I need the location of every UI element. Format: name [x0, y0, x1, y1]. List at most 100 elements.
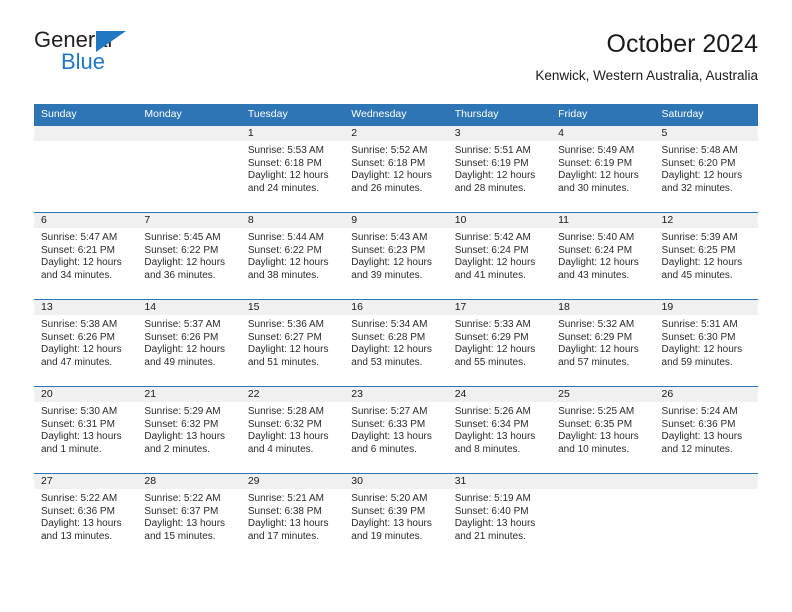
sunrise-line: Sunrise: 5:44 AM [247, 232, 324, 243]
day-cell[interactable]: 2 Sunrise: 5:52 AM Sunset: 6:18 PM Dayli… [344, 126, 448, 212]
day-number: 26 [654, 387, 758, 402]
day-cell[interactable]: 19 Sunrise: 5:31 AM Sunset: 6:30 PM Dayl… [654, 300, 758, 386]
day-cell[interactable] [654, 474, 758, 560]
sunset-line: Sunset: 6:29 PM [454, 331, 529, 343]
day-cell[interactable]: 27 Sunrise: 5:22 AM Sunset: 6:36 PM Dayl… [34, 474, 138, 560]
day-cell[interactable]: 15 Sunrise: 5:36 AM Sunset: 6:27 PM Dayl… [240, 300, 345, 386]
day-number: 12 [654, 213, 758, 228]
day-number: 1 [240, 126, 345, 141]
daylight-line-1: Daylight: 13 hours [351, 518, 432, 530]
day-cell[interactable]: 4 Sunrise: 5:49 AM Sunset: 6:19 PM Dayli… [551, 126, 655, 212]
sunset-line: Sunset: 6:24 PM [558, 244, 633, 256]
sunset-line: Sunset: 6:29 PM [558, 331, 633, 343]
day-cell[interactable] [34, 126, 138, 212]
day-number: 25 [551, 387, 655, 402]
day-cell[interactable]: 20 Sunrise: 5:30 AM Sunset: 6:31 PM Dayl… [34, 387, 138, 473]
day-cell[interactable]: 31 Sunrise: 5:19 AM Sunset: 6:40 PM Dayl… [447, 474, 552, 560]
day-cell[interactable]: 9 Sunrise: 5:43 AM Sunset: 6:23 PM Dayli… [344, 213, 448, 299]
sunset-line: Sunset: 6:22 PM [247, 244, 322, 256]
calendar-grid: Sunday Monday Tuesday Wednesday Thursday… [34, 104, 758, 560]
weekday-header-wednesday: Wednesday [351, 108, 407, 120]
day-details: Sunrise: 5:44 AM Sunset: 6:22 PM Dayligh… [241, 228, 344, 282]
day-details: Sunrise: 5:34 AM Sunset: 6:28 PM Dayligh… [344, 315, 447, 369]
daylight-line-2: and 24 minutes. [247, 182, 320, 194]
day-number: 18 [551, 300, 655, 315]
daylight-line-2: and 6 minutes. [351, 443, 417, 455]
daylight-line-2: and 30 minutes. [558, 182, 630, 194]
day-number: 16 [344, 300, 448, 315]
day-cell[interactable]: 30 Sunrise: 5:20 AM Sunset: 6:39 PM Dayl… [344, 474, 448, 560]
day-details: Sunrise: 5:25 AM Sunset: 6:35 PM Dayligh… [551, 402, 654, 456]
day-number: 22 [240, 387, 345, 402]
day-details [655, 489, 758, 493]
day-number: 20 [34, 387, 138, 402]
day-cell[interactable]: 7 Sunrise: 5:45 AM Sunset: 6:22 PM Dayli… [137, 213, 241, 299]
day-details: Sunrise: 5:29 AM Sunset: 6:32 PM Dayligh… [137, 402, 240, 456]
daylight-line-1: Daylight: 12 hours [144, 344, 226, 356]
sunrise-line: Sunrise: 5:42 AM [454, 232, 531, 243]
day-number: 30 [344, 474, 448, 489]
sunset-line: Sunset: 6:32 PM [247, 418, 322, 430]
general-blue-logo[interactable]: General Blue [34, 28, 234, 88]
day-cell[interactable]: 18 Sunrise: 5:32 AM Sunset: 6:29 PM Dayl… [551, 300, 655, 386]
daylight-line-2: and 10 minutes. [558, 443, 630, 455]
day-details: Sunrise: 5:31 AM Sunset: 6:30 PM Dayligh… [655, 315, 758, 369]
day-cell[interactable]: 29 Sunrise: 5:21 AM Sunset: 6:38 PM Dayl… [240, 474, 345, 560]
daylight-line-2: and 47 minutes. [41, 356, 113, 368]
day-cell[interactable]: 5 Sunrise: 5:48 AM Sunset: 6:20 PM Dayli… [654, 126, 758, 212]
sunset-line: Sunset: 6:22 PM [144, 244, 219, 256]
day-cell[interactable] [551, 474, 655, 560]
sunrise-line: Sunrise: 5:33 AM [454, 319, 531, 330]
day-cell[interactable]: 8 Sunrise: 5:44 AM Sunset: 6:22 PM Dayli… [240, 213, 345, 299]
day-cell[interactable] [137, 126, 241, 212]
day-cell[interactable]: 24 Sunrise: 5:26 AM Sunset: 6:34 PM Dayl… [447, 387, 552, 473]
sunset-line: Sunset: 6:35 PM [558, 418, 633, 430]
weekday-header-sunday: Sunday [41, 108, 77, 120]
day-details: Sunrise: 5:22 AM Sunset: 6:37 PM Dayligh… [137, 489, 240, 543]
week-row: 20 Sunrise: 5:30 AM Sunset: 6:31 PM Dayl… [34, 386, 758, 473]
day-cell[interactable]: 3 Sunrise: 5:51 AM Sunset: 6:19 PM Dayli… [447, 126, 552, 212]
daylight-line-2: and 2 minutes. [144, 443, 211, 455]
title-block: October 2024 Kenwick, Western Australia,… [535, 28, 758, 86]
daylight-line-1: Daylight: 13 hours [351, 431, 432, 443]
day-cell[interactable]: 17 Sunrise: 5:33 AM Sunset: 6:29 PM Dayl… [447, 300, 552, 386]
day-details: Sunrise: 5:22 AM Sunset: 6:36 PM Dayligh… [34, 489, 137, 543]
day-cell[interactable]: 11 Sunrise: 5:40 AM Sunset: 6:24 PM Dayl… [551, 213, 655, 299]
sunrise-line: Sunrise: 5:30 AM [41, 406, 118, 417]
daylight-line-2: and 53 minutes. [351, 356, 423, 368]
day-details [551, 489, 654, 493]
day-details: Sunrise: 5:51 AM Sunset: 6:19 PM Dayligh… [448, 141, 551, 195]
day-cell[interactable]: 13 Sunrise: 5:38 AM Sunset: 6:26 PM Dayl… [34, 300, 138, 386]
day-cell[interactable]: 14 Sunrise: 5:37 AM Sunset: 6:26 PM Dayl… [137, 300, 241, 386]
sunrise-line: Sunrise: 5:37 AM [144, 319, 221, 330]
day-number: 9 [344, 213, 448, 228]
day-cell[interactable]: 16 Sunrise: 5:34 AM Sunset: 6:28 PM Dayl… [344, 300, 448, 386]
day-cell[interactable]: 21 Sunrise: 5:29 AM Sunset: 6:32 PM Dayl… [137, 387, 241, 473]
sunrise-line: Sunrise: 5:32 AM [558, 319, 635, 330]
week-row: 1 Sunrise: 5:53 AM Sunset: 6:18 PM Dayli… [34, 125, 758, 212]
daylight-line-1: Daylight: 12 hours [661, 344, 743, 356]
day-cell[interactable]: 10 Sunrise: 5:42 AM Sunset: 6:24 PM Dayl… [447, 213, 552, 299]
page-title: October 2024 [606, 30, 759, 58]
sunrise-line: Sunrise: 5:38 AM [41, 319, 118, 330]
page-header: General Blue October 2024 Kenwick, Weste… [34, 28, 758, 98]
day-cell[interactable]: 28 Sunrise: 5:22 AM Sunset: 6:37 PM Dayl… [137, 474, 241, 560]
day-cell[interactable]: 6 Sunrise: 5:47 AM Sunset: 6:21 PM Dayli… [34, 213, 138, 299]
calendar-page: General Blue October 2024 Kenwick, Weste… [0, 0, 792, 612]
day-number: 14 [137, 300, 241, 315]
daylight-line-2: and 26 minutes. [351, 182, 423, 194]
day-cell[interactable]: 12 Sunrise: 5:39 AM Sunset: 6:25 PM Dayl… [654, 213, 758, 299]
day-number: 2 [344, 126, 448, 141]
sunset-line: Sunset: 6:33 PM [351, 418, 426, 430]
day-cell[interactable]: 23 Sunrise: 5:27 AM Sunset: 6:33 PM Dayl… [344, 387, 448, 473]
logo-text-blue: Blue [61, 49, 106, 74]
sunrise-line: Sunrise: 5:27 AM [351, 406, 428, 417]
daylight-line-1: Daylight: 12 hours [247, 257, 329, 269]
day-cell[interactable]: 25 Sunrise: 5:25 AM Sunset: 6:35 PM Dayl… [551, 387, 655, 473]
day-cell[interactable]: 1 Sunrise: 5:53 AM Sunset: 6:18 PM Dayli… [240, 126, 345, 212]
daylight-line-2: and 8 minutes. [454, 443, 521, 455]
sunrise-line: Sunrise: 5:40 AM [558, 232, 635, 243]
weekday-header-row: Sunday Monday Tuesday Wednesday Thursday… [34, 104, 758, 125]
day-cell[interactable]: 26 Sunrise: 5:24 AM Sunset: 6:36 PM Dayl… [654, 387, 758, 473]
day-cell[interactable]: 22 Sunrise: 5:28 AM Sunset: 6:32 PM Dayl… [240, 387, 345, 473]
